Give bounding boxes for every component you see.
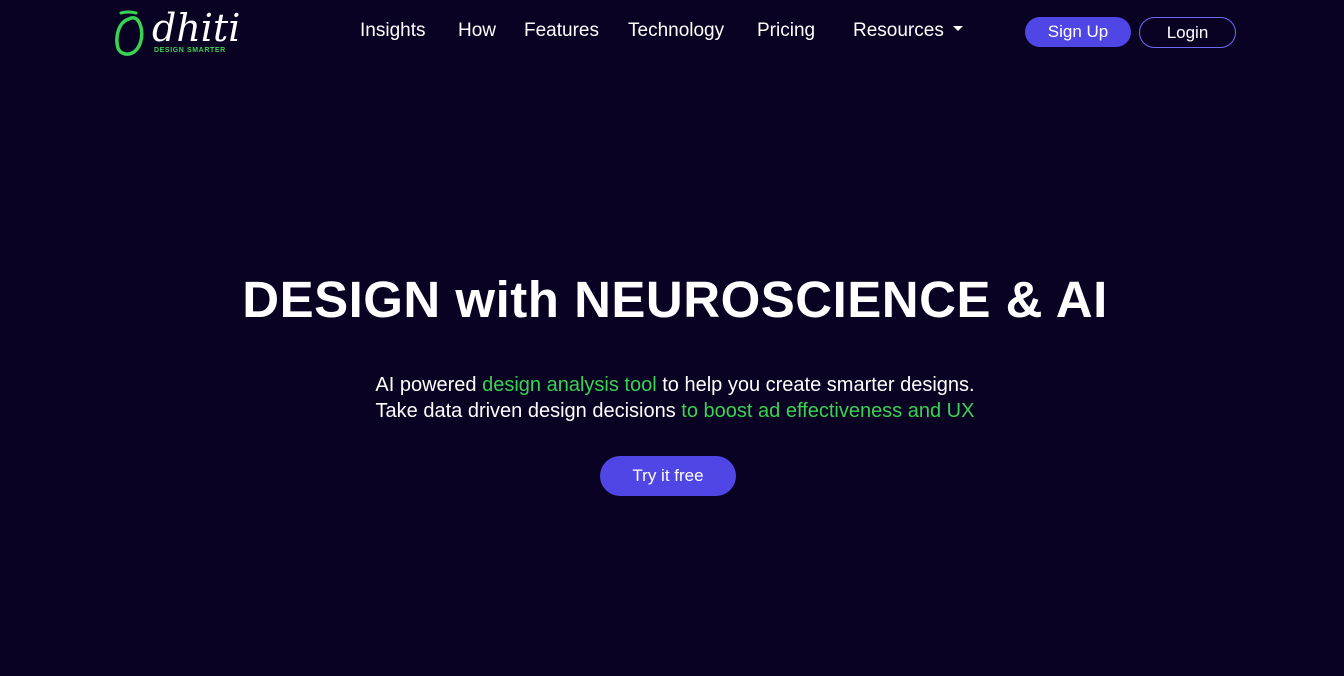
nav-resources-label: Resources — [853, 20, 944, 41]
signup-button[interactable]: Sign Up — [1025, 17, 1131, 47]
brand-tagline: DESIGN SMARTER — [154, 47, 226, 54]
nav-technology[interactable]: Technology — [628, 19, 724, 43]
nav-features[interactable]: Features — [524, 19, 599, 43]
hero-line1-text: AI powered — [375, 374, 483, 396]
hero-title: DESIGN with NEUROSCIENCE & AI — [242, 271, 1108, 328]
hero-subtitle-line-2: Take data driven design decisions to boo… — [0, 398, 1344, 424]
navbar: dhiti DESIGN SMARTER Insights How Featur… — [0, 0, 1344, 64]
nav-pricing[interactable]: Pricing — [757, 19, 815, 43]
caret-down-icon — [952, 26, 963, 32]
hero-subtitle-line-1: AI powered design analysis tool to help … — [0, 372, 1344, 398]
try-it-free-button[interactable]: Try it free — [600, 456, 736, 496]
brand-logo[interactable]: dhiti DESIGN SMARTER — [112, 8, 240, 58]
nav-how[interactable]: How — [458, 19, 496, 43]
nav-resources-dropdown[interactable]: Resources — [853, 19, 963, 43]
hero-line2-highlight: to boost ad effectiveness and UX — [681, 400, 975, 422]
leaf-drop-icon — [115, 10, 144, 56]
hero-line2-text: Take data driven design decisions — [375, 400, 682, 422]
login-button[interactable]: Login — [1139, 17, 1236, 48]
hero-line1-highlight: design analysis tool — [482, 374, 657, 396]
hero-line1-text-end: to help you create smarter designs. — [656, 374, 975, 396]
nav-insights[interactable]: Insights — [360, 19, 425, 43]
brand-wordmark: dhiti — [152, 6, 241, 50]
